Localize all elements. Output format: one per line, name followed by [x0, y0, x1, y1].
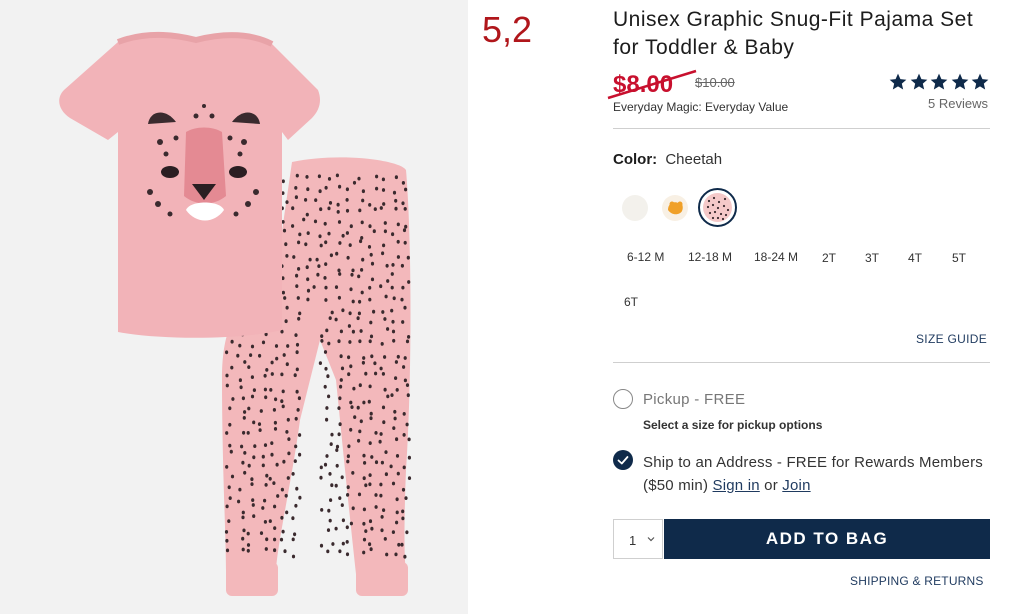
ship-to-address-label: Ship to an Address - FREE for Rewards Me… — [643, 451, 988, 497]
sign-in-link[interactable]: Sign in — [713, 477, 760, 494]
star-icon — [889, 73, 907, 90]
ship-text: Ship to an Address - FREE for Rewards Me… — [643, 454, 983, 494]
rating-stars[interactable] — [888, 72, 991, 94]
color-selector-label: Color: Cheetah — [613, 151, 722, 169]
star-icon — [951, 73, 968, 90]
reviews-link[interactable]: 5 Reviews — [928, 96, 988, 111]
swatch-cheetah[interactable] — [703, 193, 732, 222]
divider — [613, 128, 990, 129]
swatch-orange-print[interactable] — [662, 195, 688, 221]
quantity-select[interactable]: 1 — [613, 519, 663, 559]
size-guide-link[interactable]: SIZE GUIDE — [916, 332, 987, 346]
size-option[interactable]: 18-24 M — [754, 250, 798, 264]
star-icon — [930, 73, 948, 90]
product-image[interactable] — [0, 0, 468, 614]
size-option[interactable]: 12-18 M — [688, 250, 732, 264]
swatch-white[interactable] — [622, 195, 648, 221]
orange-animal-icon — [668, 201, 683, 215]
ship-radio-checked[interactable] — [613, 450, 633, 470]
divider — [613, 362, 990, 363]
add-to-bag-button[interactable]: ADD TO BAG — [664, 519, 990, 559]
quantity-value: 1 — [629, 533, 637, 548]
size-option[interactable]: 6-12 M — [627, 250, 664, 264]
color-label: Color: — [613, 151, 658, 168]
size-option[interactable]: 6T — [624, 295, 638, 309]
shipping-returns-link[interactable]: SHIPPING & RETURNS — [850, 574, 984, 588]
size-option[interactable]: 2T — [822, 251, 836, 265]
size-option[interactable]: 5T — [952, 251, 966, 265]
product-title: Unisex Graphic Snug-Fit Pajama Set for T… — [613, 8, 974, 59]
pajama-set-illustration — [59, 31, 412, 596]
join-link[interactable]: Join — [782, 477, 810, 494]
chevron-down-icon — [647, 537, 655, 542]
size-option[interactable]: 4T — [908, 251, 922, 265]
checkmark-icon — [617, 456, 629, 465]
star-icon — [910, 73, 927, 90]
value-note: Everyday Magic: Everyday Value — [613, 100, 789, 114]
pickup-note: Select a size for pickup options — [643, 418, 823, 432]
star-icon — [971, 73, 989, 90]
pickup-radio[interactable] — [613, 389, 633, 409]
pickup-label[interactable]: Pickup - FREE — [643, 391, 745, 408]
size-option[interactable]: 3T — [865, 251, 879, 265]
color-value: Cheetah — [665, 151, 723, 168]
original-price: $10.00 — [695, 75, 735, 90]
annotation-label: 5,2 — [482, 9, 533, 50]
cheetah-pattern-icon — [706, 196, 730, 221]
pajama-shirt — [59, 31, 320, 338]
sale-price: $8.00 — [613, 71, 674, 98]
or-text: or — [764, 477, 778, 494]
